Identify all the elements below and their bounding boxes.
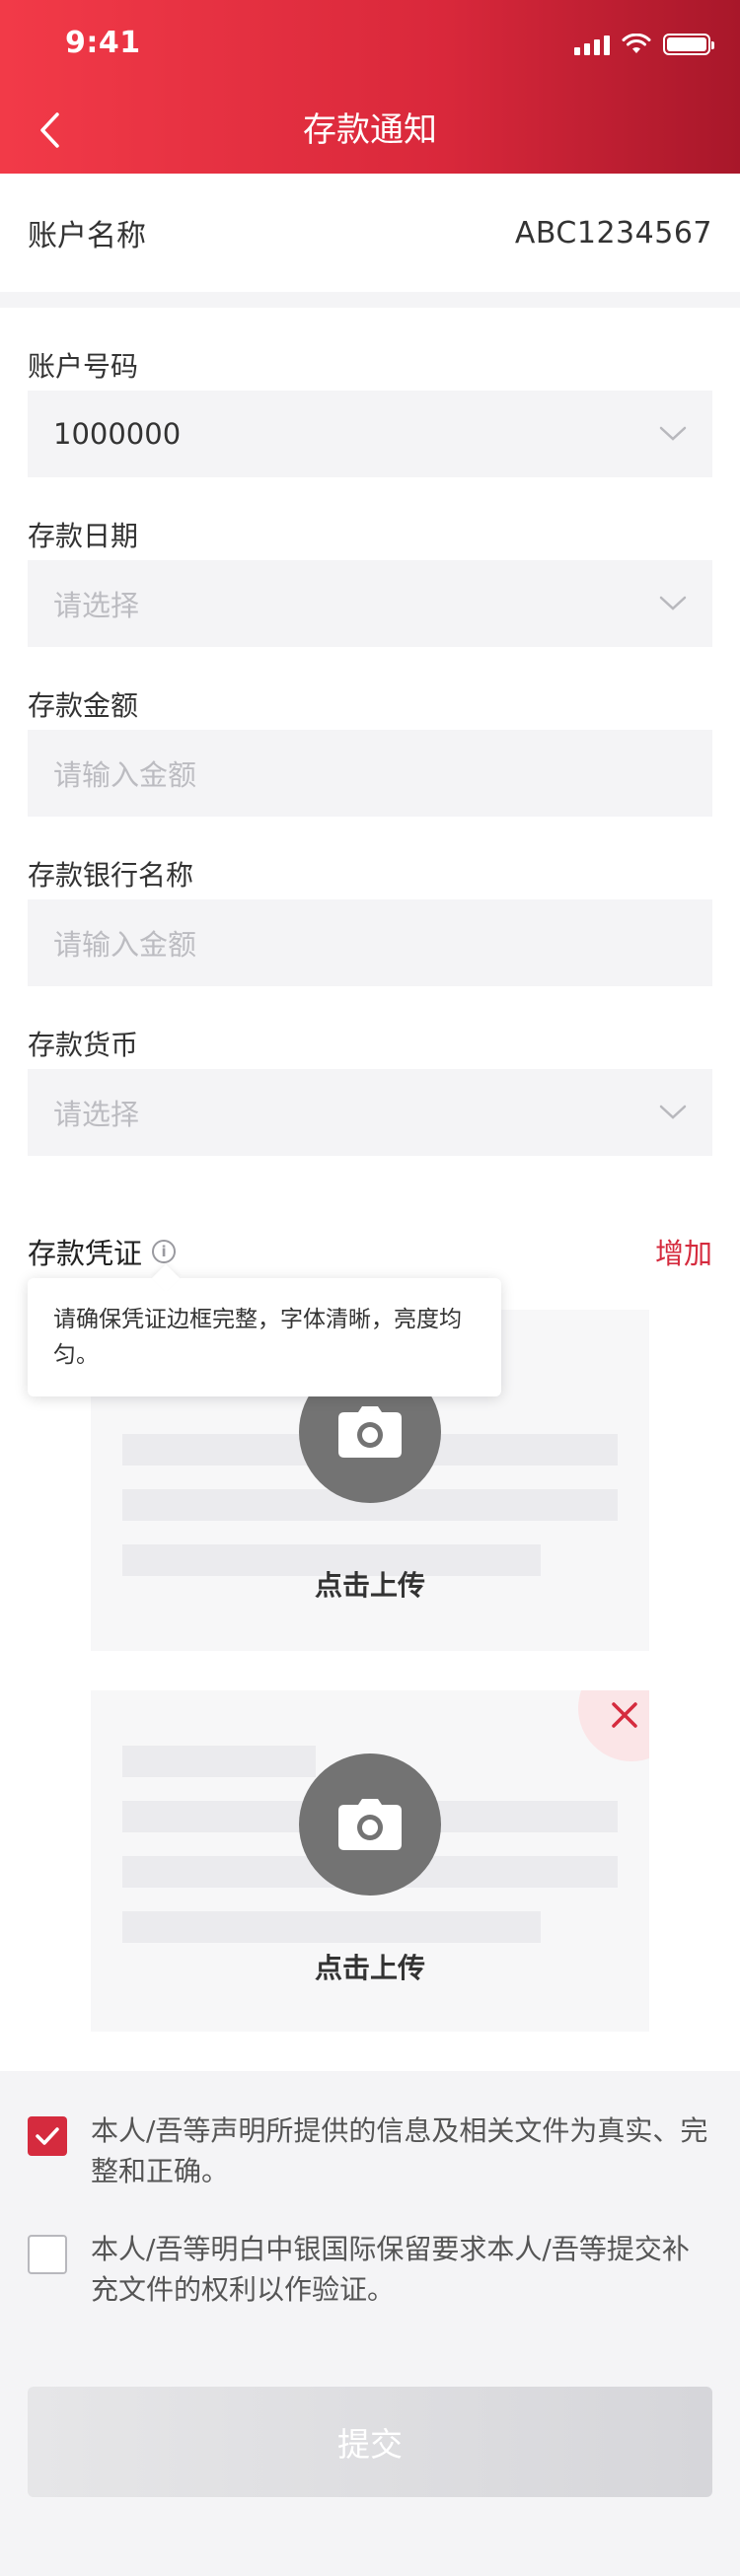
chevron-down-icon <box>659 426 687 441</box>
account-name-label: 账户名称 <box>28 219 146 253</box>
camera-icon <box>338 1406 402 1458</box>
close-icon <box>612 1702 637 1728</box>
status-time: 9:41 <box>65 26 141 60</box>
signal-icon <box>574 34 610 55</box>
upload-label: 点击上传 <box>314 1569 425 1602</box>
deposit-amount-input[interactable]: 请输入金额 <box>28 730 712 817</box>
deposit-amount-label: 存款金额 <box>28 689 139 722</box>
agreement-checkbox[interactable] <box>28 2116 67 2156</box>
placeholder-line <box>122 1911 541 1943</box>
page-title: 存款通知 <box>303 110 437 150</box>
deposit-bank-input[interactable]: 请输入金额 <box>28 899 712 986</box>
battery-icon <box>663 34 714 55</box>
deposit-date-select[interactable]: 请选择 <box>28 560 712 647</box>
add-voucher-link[interactable]: 增加 <box>655 1231 712 1272</box>
upload-card[interactable]: 点击上传 <box>91 1690 649 2032</box>
deposit-amount-placeholder: 请输入金额 <box>53 758 197 792</box>
account-number-label: 账户号码 <box>28 350 139 383</box>
deposit-bank-label: 存款银行名称 <box>28 859 194 892</box>
check-icon <box>36 2127 59 2145</box>
agreement-row[interactable]: 本人/吾等明白中银国际保留要求本人/吾等提交补充文件的权利以作验证。 <box>28 2229 712 2310</box>
deposit-currency-label: 存款货币 <box>28 1029 139 1061</box>
header-bar: 9:41 存款通知 <box>0 0 740 174</box>
deposit-form: 账户号码 1000000 存款日期 请选择 存款金额 请输入金额 存款银行名称 … <box>0 308 740 2071</box>
status-icons <box>574 34 714 55</box>
info-icon[interactable]: i <box>152 1240 177 1263</box>
voucher-label-group: 存款凭证 i <box>28 1231 177 1272</box>
camera-button[interactable] <box>299 1753 441 1896</box>
chevron-down-icon <box>659 1105 687 1119</box>
voucher-label: 存款凭证 <box>28 1237 143 1270</box>
agreement-checkbox[interactable] <box>28 2235 67 2274</box>
agreement-text: 本人/吾等声明所提供的信息及相关文件为真实、完整和正确。 <box>91 2114 708 2187</box>
voucher-tooltip: 请确保凭证边框完整，字体清晰，亮度均匀。 <box>28 1278 501 1396</box>
agreement-text: 本人/吾等明白中银国际保留要求本人/吾等提交补充文件的权利以作验证。 <box>91 2233 690 2306</box>
deposit-currency-placeholder: 请选择 <box>53 1098 140 1131</box>
account-number-value: 1000000 <box>53 417 182 451</box>
deposit-date-label: 存款日期 <box>28 520 139 552</box>
wifi-icon <box>622 34 651 53</box>
account-name-value: ABC1234567 <box>514 215 712 250</box>
account-name-row: 账户名称 ABC1234567 <box>0 174 740 292</box>
camera-icon <box>338 1799 402 1850</box>
chevron-down-icon <box>659 596 687 610</box>
account-number-select[interactable]: 1000000 <box>28 391 712 477</box>
submit-button[interactable]: 提交 <box>28 2387 712 2497</box>
placeholder-line <box>122 1746 316 1777</box>
upload-label: 点击上传 <box>314 1952 425 1984</box>
deposit-bank-placeholder: 请输入金额 <box>53 928 197 962</box>
deposit-date-placeholder: 请选择 <box>53 589 140 622</box>
deposit-currency-select[interactable]: 请选择 <box>28 1069 712 1156</box>
remove-upload-button[interactable] <box>578 1690 649 1761</box>
agreement-row[interactable]: 本人/吾等声明所提供的信息及相关文件为真实、完整和正确。 <box>28 2111 712 2191</box>
